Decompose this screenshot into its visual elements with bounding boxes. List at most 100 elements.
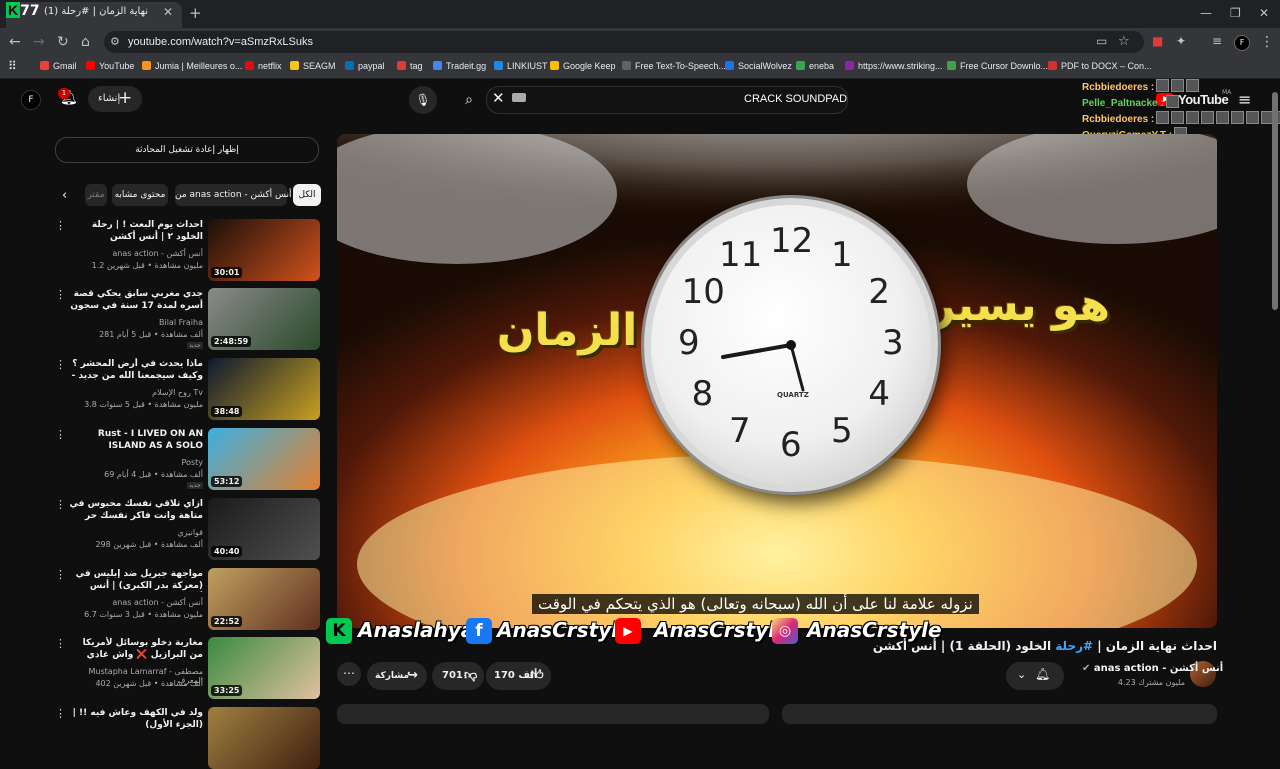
bookmark-item[interactable]: LINKIUST — [494, 61, 548, 71]
bookmark-item[interactable]: YouTube — [86, 61, 134, 71]
home-icon[interactable]: ⌂ — [81, 34, 90, 50]
forward-icon[interactable]: → — [33, 34, 45, 50]
apps-grid-icon[interactable]: ⠿ — [8, 59, 17, 73]
bookmark-star-icon[interactable]: ☆ — [1118, 34, 1130, 49]
channel-name[interactable]: anas action - أنس أكشن — [69, 249, 203, 258]
search-query-text[interactable]: CRACK SOUNDPAD — [744, 93, 847, 105]
video-thumbnail[interactable] — [208, 707, 320, 769]
more-options-icon[interactable]: ⋮ — [55, 288, 66, 301]
bookmark-item[interactable]: Free Text-To-Speech... — [622, 61, 726, 71]
bookmark-item[interactable]: paypal — [345, 61, 385, 71]
bookmark-label: LINKIUST — [507, 61, 548, 71]
video-title[interactable]: جدي مغربي سابق يحكي قصة أسره لمدة 17 سنة… — [69, 288, 203, 312]
title-hashtag[interactable]: #رحلة — [1055, 639, 1093, 653]
account-avatar[interactable]: F — [21, 90, 41, 110]
recommended-video[interactable]: 30:01 ⋮ احداث يوم البعث ! | رحلة الخلود ٢ … — [55, 219, 321, 281]
video-thumbnail[interactable]: 40:40 — [208, 498, 320, 560]
bookmark-item[interactable]: Tradeit.gg — [433, 61, 486, 71]
channel-name[interactable]: anas action - أنس أكشن — [69, 598, 203, 607]
bookmark-item[interactable]: tag — [397, 61, 423, 71]
minimize-icon[interactable]: — — [1200, 6, 1212, 20]
bookmark-item[interactable]: Jumia | Meilleures o... — [142, 61, 242, 71]
guide-menu-icon[interactable]: ≡ — [1238, 90, 1251, 109]
more-options-icon[interactable]: ⋮ — [55, 568, 66, 581]
video-thumbnail[interactable]: 33:25 — [208, 637, 320, 699]
chevron-left-icon[interactable]: ‹ — [62, 188, 67, 203]
subscribed-bell-button[interactable]: 🔔︎ ⌄ — [1006, 662, 1064, 690]
chip-recommended[interactable]: مقتر — [85, 184, 107, 206]
profile-avatar[interactable]: F — [1234, 35, 1250, 51]
maximize-icon[interactable]: ❐ — [1230, 6, 1241, 20]
more-options-icon[interactable]: ⋮ — [55, 707, 66, 720]
region-code: MA — [1222, 89, 1232, 96]
dislike-button[interactable]: 701 👎︎ — [432, 662, 484, 690]
bookmark-item[interactable]: netflix — [245, 61, 282, 71]
page-scrollbar[interactable] — [1272, 92, 1278, 310]
video-thumbnail[interactable]: 2:48:59 — [208, 288, 320, 350]
voice-search-mic-icon[interactable]: 🎙︎ — [409, 86, 437, 114]
description-preview[interactable] — [337, 704, 769, 724]
bookmark-item[interactable]: https://www.striking... — [845, 61, 943, 71]
extensions-puzzle-icon[interactable]: ✦ — [1176, 34, 1186, 48]
video-title[interactable]: ولد في الكهف وعاش فيه !! | (الجزء الأول) — [69, 707, 203, 731]
more-options-icon[interactable]: ⋮ — [55, 358, 66, 371]
reading-list-icon[interactable]: ≡ — [1212, 34, 1222, 48]
channel-name[interactable]: قوانيزي — [69, 528, 204, 537]
site-info-icon[interactable]: ⚙ — [110, 35, 120, 48]
video-thumbnail[interactable]: 22:52 — [208, 568, 320, 630]
recommended-video[interactable]: 2:48:59 ⋮ جدي مغربي سابق يحكي قصة أسره لمد… — [55, 288, 321, 350]
back-icon[interactable]: ← — [9, 34, 21, 50]
bookmark-label: YouTube — [99, 61, 135, 71]
recommended-video[interactable]: 38:48 ⋮ ماذا يحدث في أرض المحشر ؟ وكيف سيج… — [55, 358, 321, 420]
bookmark-item[interactable]: Free Cursor Downlo... — [947, 61, 1048, 71]
clear-search-icon[interactable]: ✕ — [492, 89, 505, 107]
video-thumbnail[interactable]: 53:12 — [208, 428, 320, 490]
video-title[interactable]: احداث يوم البعث ! | رحلة الخلود ٢ | أنس … — [69, 219, 203, 243]
channel-name[interactable]: Posty — [69, 458, 203, 467]
more-options-icon[interactable]: ⋮ — [55, 637, 66, 650]
channel-name[interactable]: روح الإسلام Tv — [69, 388, 203, 397]
video-thumbnail[interactable]: 38:48 — [208, 358, 320, 420]
more-actions-icon[interactable]: ⋯ — [337, 662, 361, 686]
recommended-video[interactable]: 33:25 ⋮ مغاربة دخلو بوسائل لأمريكا من البر… — [55, 637, 321, 699]
video-thumbnail[interactable]: 30:01 — [208, 219, 320, 281]
url-text[interactable]: youtube.com/watch?v=aSmzRxLSuks — [128, 36, 313, 48]
search-icon[interactable]: ⌕ — [452, 86, 486, 114]
channel-name[interactable]: Bilal Fraiha — [69, 318, 203, 327]
video-title[interactable]: ازاي تلاقي نفسك محبوس في متاهة وانت فاكر… — [69, 498, 203, 522]
video-title[interactable]: Rust - I LIVED ON AN ISLAND AS A SOLO — [69, 428, 203, 452]
cast-icon[interactable]: ▭ — [1096, 34, 1107, 48]
close-icon[interactable]: ✕ — [163, 5, 173, 19]
bookmark-item[interactable]: Google Keep — [550, 61, 616, 71]
bookmark-item[interactable]: eneba — [796, 61, 834, 71]
show-chat-replay-button[interactable]: إظهار إعادة تشغيل المحادثة — [55, 137, 319, 163]
bookmark-item[interactable]: SEAGM — [290, 61, 336, 71]
video-title[interactable]: ماذا يحدث في أرض المحشر ؟ وكيف سيجمعنا ا… — [69, 358, 203, 382]
chip-related[interactable]: محتوى مشابه — [112, 184, 168, 206]
bookmark-favicon-icon — [494, 61, 503, 70]
more-options-icon[interactable]: ⋮ — [55, 498, 66, 511]
video-title[interactable]: مواجهة جبريل ضد إبليس في (معركة بدر الكب… — [69, 568, 203, 592]
video-title[interactable]: مغاربة دخلو بوسائل لأمريكا من البرازيل ❌… — [69, 637, 203, 661]
recommended-video[interactable]: 22:52 ⋮ مواجهة جبريل ضد إبليس في (معركة بد… — [55, 568, 321, 630]
recommended-video[interactable]: 53:12 ⋮ Rust - I LIVED ON AN ISLAND AS A S… — [55, 428, 321, 490]
extension-icon[interactable]: ■ — [1152, 34, 1163, 48]
chip-from-channel[interactable]: من anas action - أنس أكشن — [175, 184, 292, 206]
reload-icon[interactable]: ↻ — [57, 34, 69, 50]
share-button[interactable]: مشاركة ↪ — [367, 662, 427, 690]
bookmark-item[interactable]: SocialWolvez — [725, 61, 792, 71]
more-options-icon[interactable]: ⋮ — [55, 219, 66, 232]
window-close-icon[interactable]: ✕ — [1259, 6, 1269, 20]
recommended-video[interactable]: 40:40 ⋮ ازاي تلاقي نفسك محبوس في متاهة وان… — [55, 498, 321, 560]
browser-menu-icon[interactable]: ⋮ — [1260, 34, 1274, 50]
chip-all[interactable]: الكل — [293, 184, 321, 206]
more-options-icon[interactable]: ⋮ — [55, 428, 66, 441]
new-tab-icon[interactable]: + — [189, 4, 202, 22]
like-button[interactable]: 170 ألف 👍︎ — [486, 662, 551, 690]
bookmark-item[interactable]: Gmail — [40, 61, 77, 71]
keyboard-icon[interactable] — [512, 93, 526, 102]
bookmark-item[interactable]: PDF to DOCX – Con... — [1048, 61, 1152, 71]
recommended-video[interactable]: ⋮ ولد في الكهف وعاش فيه !! | (الجزء الأول… — [55, 707, 321, 769]
channel-name[interactable]: ✔ anas action - أنس أكشن — [1082, 663, 1223, 674]
description-box[interactable] — [782, 704, 1217, 724]
